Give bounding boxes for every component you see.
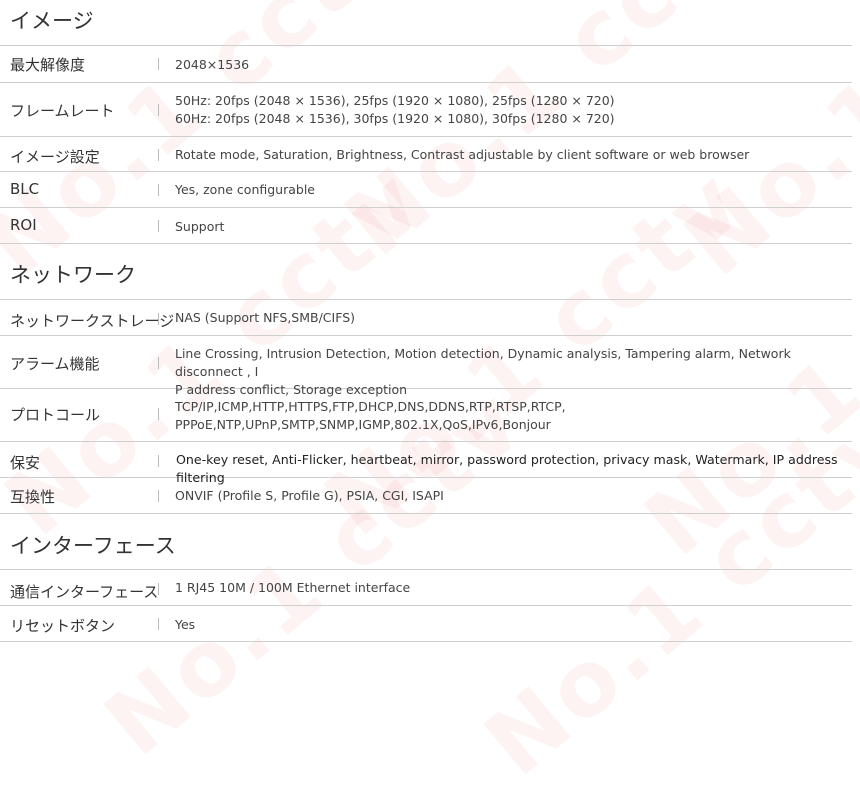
spec-label: 互換性: [10, 488, 56, 506]
column-separator: [158, 408, 159, 420]
column-separator: [158, 220, 159, 232]
spec-label: イメージ設定: [10, 148, 100, 166]
spec-label: 最大解像度: [10, 56, 86, 74]
section-title-interface: インターフェース: [10, 534, 176, 558]
spec-value: NAS (Support NFS,SMB/CIFS): [175, 310, 356, 325]
column-separator: [158, 490, 159, 502]
spec-value: Yes, zone configurable: [175, 182, 315, 197]
spec-label: プロトコール: [10, 406, 101, 424]
spec-row-comm-interface: 通信インターフェース 1 RJ45 10M / 100M Ethernet in…: [0, 570, 852, 606]
spec-row-compatibility: 互換性 ONVIF (Profile S, Profile G), PSIA, …: [0, 478, 852, 514]
spec-value: ONVIF (Profile S, Profile G), PSIA, CGI,…: [175, 488, 444, 503]
column-separator: [158, 184, 159, 196]
spec-value: Yes: [175, 617, 196, 632]
spec-row-roi: ROI Support: [0, 208, 852, 244]
column-separator: [158, 313, 159, 325]
spec-row-max-resolution: 最大解像度 2048×1536: [0, 46, 852, 83]
column-separator: [158, 104, 159, 116]
spec-label: BLC: [10, 180, 40, 198]
spec-value: 1 RJ45 10M / 100M Ethernet interface: [175, 580, 411, 595]
spec-row-image-settings: イメージ設定 Rotate mode, Saturation, Brightne…: [0, 137, 852, 172]
spec-row-security: 保安 One-key reset, Anti-Flicker, heartbea…: [0, 442, 852, 485]
column-separator: [158, 357, 159, 369]
spec-label: リセットボタン: [10, 617, 116, 635]
spec-row-protocol: プロトコール TCP/IP,ICMP,HTTP,HTTPS,FTP,DHCP,D…: [0, 389, 852, 442]
spec-label: ROI: [10, 216, 37, 234]
spec-row-alarm: アラーム機能 Line Crossing, Intrusion Detectio…: [0, 336, 852, 397]
column-separator: [158, 149, 159, 161]
spec-label: アラーム機能: [10, 355, 100, 373]
spec-label: 通信インターフェース: [10, 583, 159, 601]
spec-row-frame-rate: フレームレート 50Hz: 20fps (2048 × 1536), 25fps…: [0, 83, 852, 137]
spec-row-network-storage: ネットワークストレージ NAS (Support NFS,SMB/CIFS): [0, 300, 852, 336]
column-separator: [158, 58, 159, 70]
column-separator: [158, 455, 159, 467]
column-separator: [158, 618, 159, 630]
column-separator: [158, 583, 159, 595]
spec-value: TCP/IP,ICMP,HTTP,HTTPS,FTP,DHCP,DNS,DDNS…: [175, 399, 566, 432]
spec-row-reset-button: リセットボタン Yes: [0, 606, 852, 642]
spec-value: Support: [175, 219, 225, 234]
spec-label: ネットワークストレージ: [10, 312, 175, 330]
section-title-image: イメージ: [10, 9, 94, 33]
spec-label: 保安: [10, 454, 41, 472]
spec-value: 2048×1536: [175, 57, 250, 72]
section-title-network: ネットワーク: [10, 263, 136, 287]
spec-row-blc: BLC Yes, zone configurable: [0, 172, 852, 208]
spec-value: Rotate mode, Saturation, Brightness, Con…: [175, 147, 750, 162]
spec-label: フレームレート: [10, 102, 115, 120]
spec-value: 50Hz: 20fps (2048 × 1536), 25fps (1920 ×…: [175, 93, 615, 126]
